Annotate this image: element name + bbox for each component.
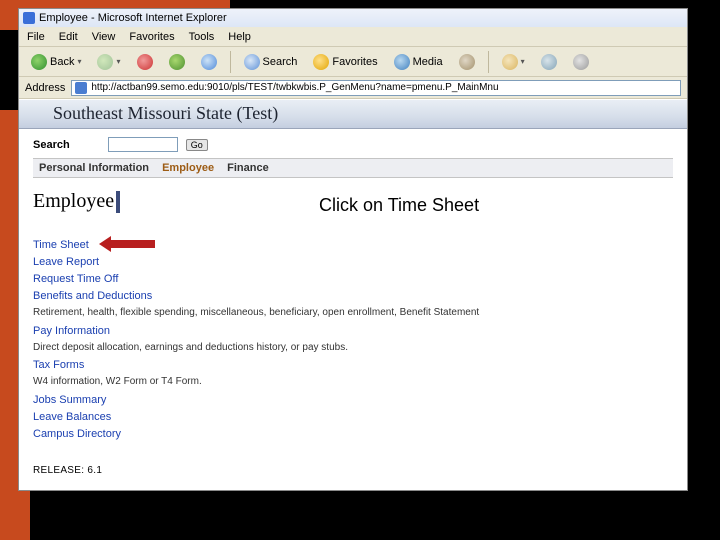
instruction-callout: Click on Time Sheet: [319, 195, 479, 216]
back-icon: [31, 54, 47, 70]
address-label: Address: [25, 82, 65, 94]
tab-personal-information[interactable]: Personal Information: [39, 162, 149, 174]
search-input[interactable]: [108, 137, 178, 152]
link-tax-forms[interactable]: Tax Forms: [33, 357, 673, 374]
address-input[interactable]: http://actban99.semo.edu:9010/pls/TEST/t…: [71, 80, 681, 96]
back-label: Back: [50, 56, 74, 68]
address-url: http://actban99.semo.edu:9010/pls/TEST/t…: [91, 82, 498, 93]
release-label: RELEASE: 6.1: [33, 465, 673, 476]
chevron-down-icon: ▾: [77, 57, 81, 66]
mail-button[interactable]: ▾: [496, 51, 531, 73]
titlebar: Employee - Microsoft Internet Explorer: [19, 9, 687, 27]
link-request-time-off[interactable]: Request Time Off: [33, 271, 673, 288]
edit-button[interactable]: [567, 51, 595, 73]
search-label: Search: [33, 139, 70, 151]
link-campus-directory[interactable]: Campus Directory: [33, 426, 673, 443]
forward-icon: [97, 54, 113, 70]
favorites-button[interactable]: Favorites: [307, 51, 383, 73]
media-label: Media: [413, 56, 443, 68]
address-bar: Address http://actban99.semo.edu:9010/pl…: [19, 77, 687, 99]
home-icon: [201, 54, 217, 70]
window-title: Employee - Microsoft Internet Explorer: [39, 12, 227, 24]
forward-button[interactable]: ▾: [91, 51, 126, 73]
list-item: Time Sheet: [33, 237, 673, 254]
link-pay-information[interactable]: Pay Information: [33, 323, 673, 340]
search-label: Search: [263, 56, 298, 68]
menu-file[interactable]: File: [27, 31, 45, 43]
tab-row: Personal Information Employee Finance: [33, 158, 673, 178]
link-leave-report[interactable]: Leave Report: [33, 254, 673, 271]
menu-tools[interactable]: Tools: [189, 31, 215, 43]
page-title-text: Employee: [33, 190, 114, 213]
page-icon: [75, 82, 87, 94]
toolbar: Back ▾ ▾ Search Favorites Media ▾: [19, 47, 687, 77]
desc-pay-info: Direct deposit allocation, earnings and …: [33, 340, 673, 356]
toolbar-separator: [230, 51, 231, 73]
browser-window: Employee - Microsoft Internet Explorer F…: [18, 8, 688, 491]
menu-help[interactable]: Help: [228, 31, 251, 43]
favorites-label: Favorites: [332, 56, 377, 68]
desc-benefits: Retirement, health, flexible spending, m…: [33, 305, 673, 321]
go-button[interactable]: Go: [186, 139, 208, 151]
stop-button[interactable]: [131, 51, 159, 73]
media-button[interactable]: Media: [388, 51, 449, 73]
chevron-down-icon: ▾: [521, 57, 525, 66]
banner-title: Southeast Missouri State (Test): [53, 103, 278, 123]
search-button[interactable]: Search: [238, 51, 304, 73]
stop-icon: [137, 54, 153, 70]
ie-icon: [23, 12, 35, 24]
star-icon: [313, 54, 329, 70]
menu-view[interactable]: View: [92, 31, 116, 43]
menu-favorites[interactable]: Favorites: [129, 31, 174, 43]
print-button[interactable]: [535, 51, 563, 73]
print-icon: [541, 54, 557, 70]
refresh-button[interactable]: [163, 51, 191, 73]
search-icon: [244, 54, 260, 70]
desc-tax-forms: W4 information, W2 Form or T4 Form.: [33, 374, 673, 390]
link-jobs-summary[interactable]: Jobs Summary: [33, 392, 673, 409]
pointer-arrow-icon: [109, 240, 155, 248]
tab-finance[interactable]: Finance: [227, 162, 269, 174]
chevron-down-icon: ▾: [116, 57, 120, 66]
mail-icon: [502, 54, 518, 70]
media-icon: [394, 54, 410, 70]
menubar: File Edit View Favorites Tools Help: [19, 27, 687, 47]
text-cursor: [116, 191, 120, 213]
link-leave-balances[interactable]: Leave Balances: [33, 409, 673, 426]
page-content: Search Go Personal Information Employee …: [19, 129, 687, 490]
menu-edit[interactable]: Edit: [59, 31, 78, 43]
history-button[interactable]: [453, 51, 481, 73]
employee-menu: Time Sheet Leave Report Request Time Off…: [33, 237, 673, 443]
site-banner: Southeast Missouri State (Test): [19, 99, 687, 129]
search-row: Search Go: [33, 137, 673, 152]
tab-employee[interactable]: Employee: [162, 162, 214, 174]
back-button[interactable]: Back ▾: [25, 51, 87, 73]
toolbar-separator: [488, 51, 489, 73]
refresh-icon: [169, 54, 185, 70]
history-icon: [459, 54, 475, 70]
edit-icon: [573, 54, 589, 70]
home-button[interactable]: [195, 51, 223, 73]
link-benefits-deductions[interactable]: Benefits and Deductions: [33, 288, 673, 305]
